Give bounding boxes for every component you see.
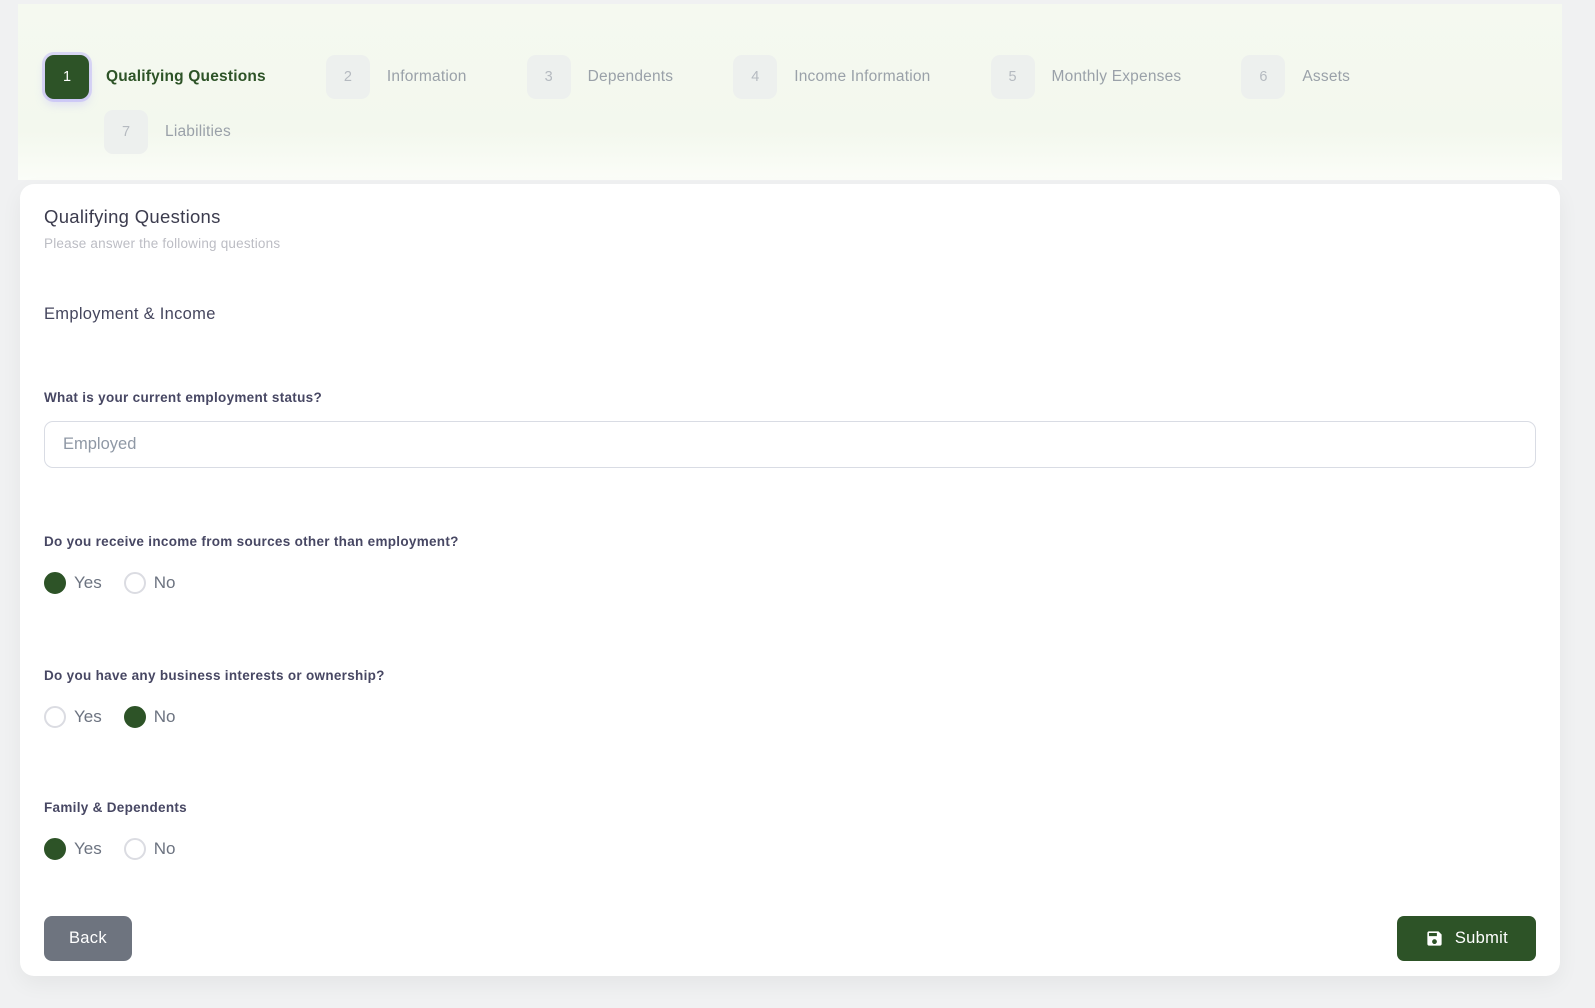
step-label: Assets xyxy=(1302,68,1350,86)
step-label: Information xyxy=(387,68,467,86)
radio-option-yes[interactable]: Yes xyxy=(44,572,102,594)
step-number-badge: 1 xyxy=(45,55,89,99)
stepper-step-qualifying-questions[interactable]: 1 Qualifying Questions xyxy=(45,55,266,99)
step-number-badge: 7 xyxy=(104,110,148,154)
radio-option-no[interactable]: No xyxy=(124,706,176,728)
question-label: Do you receive income from sources other… xyxy=(44,534,1536,549)
back-button[interactable]: Back xyxy=(44,916,132,961)
submit-button-label: Submit xyxy=(1455,929,1508,948)
question-employment-status: What is your current employment status? xyxy=(44,390,1536,468)
step-label: Liabilities xyxy=(165,123,231,141)
radio-label: Yes xyxy=(74,573,102,593)
question-label: Family & Dependents xyxy=(44,800,1536,815)
radio-circle-yes[interactable] xyxy=(44,572,66,594)
step-label: Monthly Expenses xyxy=(1052,68,1182,86)
step-number-badge: 2 xyxy=(326,55,370,99)
save-icon xyxy=(1425,929,1444,948)
stepper-step-assets[interactable]: 6 Assets xyxy=(1241,55,1350,99)
step-number-badge: 4 xyxy=(733,55,777,99)
form-actions: Back Submit xyxy=(44,916,1536,961)
step-number-badge: 6 xyxy=(1241,55,1285,99)
question-label: What is your current employment status? xyxy=(44,390,1536,405)
radio-circle-no[interactable] xyxy=(124,572,146,594)
radio-group-other-income: Yes No xyxy=(44,572,1536,594)
step-label: Dependents xyxy=(588,68,674,86)
stepper-step-liabilities[interactable]: 7 Liabilities xyxy=(104,110,231,154)
radio-label: Yes xyxy=(74,839,102,859)
stepper-step-dependents[interactable]: 3 Dependents xyxy=(527,55,674,99)
page-subtitle: Please answer the following questions xyxy=(44,236,1536,251)
stepper-step-monthly-expenses[interactable]: 5 Monthly Expenses xyxy=(991,55,1182,99)
radio-circle-yes[interactable] xyxy=(44,838,66,860)
step-number-badge: 5 xyxy=(991,55,1035,99)
question-label: Do you have any business interests or ow… xyxy=(44,668,1536,683)
radio-circle-yes[interactable] xyxy=(44,706,66,728)
radio-option-no[interactable]: No xyxy=(124,838,176,860)
radio-label: Yes xyxy=(74,707,102,727)
stepper-step-income-information[interactable]: 4 Income Information xyxy=(733,55,930,99)
radio-group-family-dependents: Yes No xyxy=(44,838,1536,860)
step-label: Qualifying Questions xyxy=(106,68,266,86)
radio-circle-no[interactable] xyxy=(124,706,146,728)
radio-option-yes[interactable]: Yes xyxy=(44,838,102,860)
question-family-dependents: Family & Dependents Yes No xyxy=(44,800,1536,860)
radio-label: No xyxy=(154,573,176,593)
question-other-income: Do you receive income from sources other… xyxy=(44,534,1536,594)
step-number-badge: 3 xyxy=(527,55,571,99)
section-title-employment-income: Employment & Income xyxy=(44,305,1536,324)
radio-option-yes[interactable]: Yes xyxy=(44,706,102,728)
radio-option-no[interactable]: No xyxy=(124,572,176,594)
page-title: Qualifying Questions xyxy=(44,206,1536,228)
radio-circle-no[interactable] xyxy=(124,838,146,860)
radio-label: No xyxy=(154,839,176,859)
question-business-interests: Do you have any business interests or ow… xyxy=(44,668,1536,728)
form-card: Qualifying Questions Please answer the f… xyxy=(20,184,1560,976)
progress-stepper: 1 Qualifying Questions 2 Information 3 D… xyxy=(18,4,1562,180)
employment-status-input[interactable] xyxy=(44,421,1536,468)
step-label: Income Information xyxy=(794,68,930,86)
radio-label: No xyxy=(154,707,176,727)
radio-group-business-interests: Yes No xyxy=(44,706,1536,728)
stepper-step-information[interactable]: 2 Information xyxy=(326,55,467,99)
submit-button[interactable]: Submit xyxy=(1397,916,1536,961)
